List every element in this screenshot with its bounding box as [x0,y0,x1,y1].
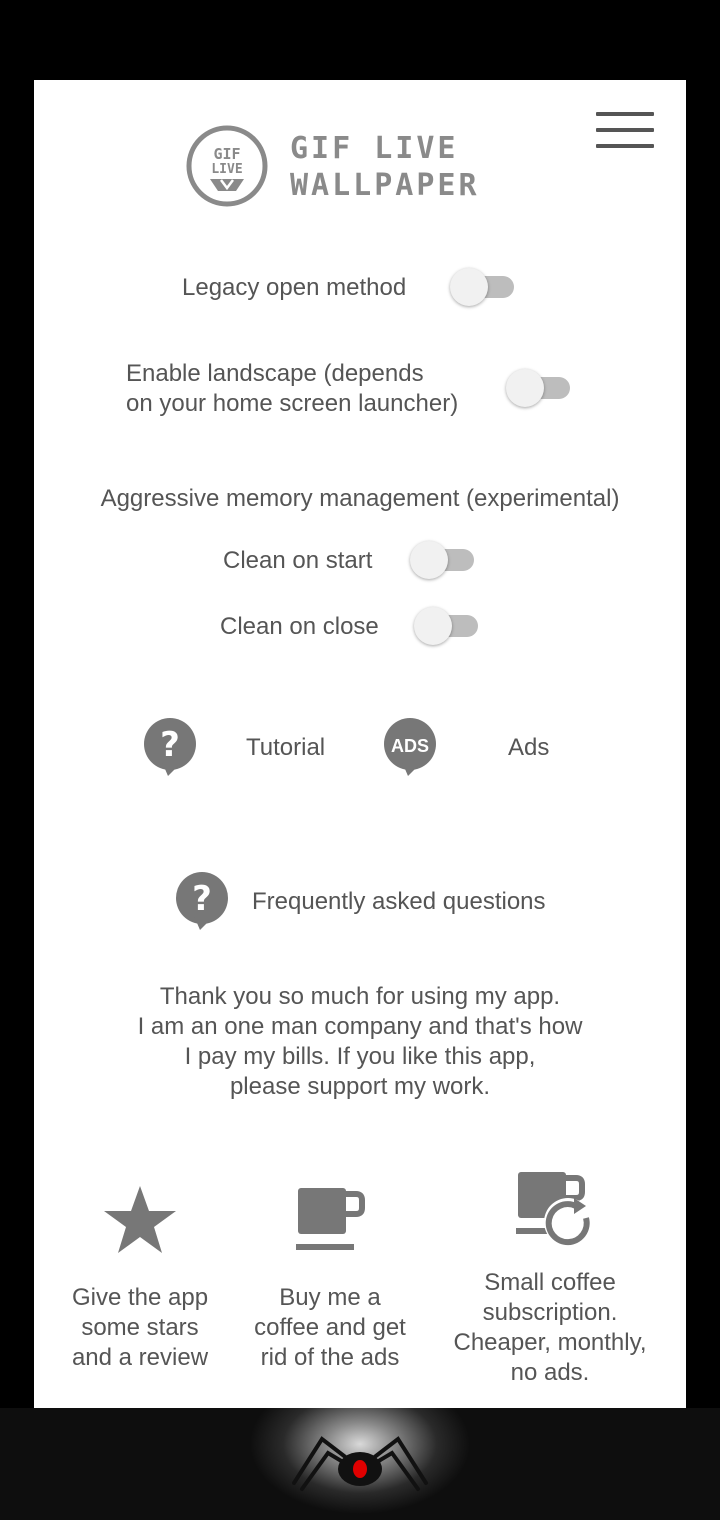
buy-coffee-label-line1: Buy me a [279,1284,381,1311]
faq-question-bubble-icon[interactable]: ? [174,870,230,934]
clean-on-close-toggle[interactable] [414,603,482,645]
clean-on-close-label: Clean on close [220,613,379,640]
clean-on-start-label: Clean on start [223,547,373,574]
tutorial-question-bubble-icon[interactable]: ? [142,716,198,780]
clean-on-start-toggle[interactable] [410,537,478,579]
buy-coffee-button[interactable]: Buy me a coffee and get rid of the ads [240,1180,420,1380]
ads-bubble-icon[interactable]: ADS [382,716,438,780]
tutorial-link[interactable]: Tutorial [246,733,325,763]
faq-link[interactable]: Frequently asked questions [252,887,546,917]
app-title-line2: WALLPAPER [290,168,480,203]
hamburger-menu-icon[interactable] [596,112,654,150]
rate-app-label-line3: and a review [71,1344,209,1371]
landscape-label: Enable landscape (depends on your home s… [126,359,458,419]
legacy-open-label: Legacy open method [182,274,407,301]
app-title: GIF LIVE WALLPAPER [290,130,550,204]
logo-badge-line1: GIF [213,145,240,163]
ads-badge-text: ADS [391,736,429,756]
buy-coffee-label-line3: rid of the ads [260,1344,400,1371]
spider-icon [292,1436,428,1491]
coffee-cup-icon [296,1188,365,1250]
coffee-subscription-label-line2: subscription. [482,1299,618,1326]
rate-app-label: Give the app some stars and a review [60,1283,220,1373]
buy-coffee-label: Buy me a coffee and get rid of the ads [240,1283,420,1373]
legacy-open-toggle[interactable] [450,264,518,306]
star-icon [104,1186,176,1253]
buy-coffee-label-line2: coffee and get [254,1314,406,1341]
support-message: Thank you so much for using my app. I am… [34,982,686,1102]
rate-app-label-line2: some stars [81,1314,199,1341]
support-message-line3: I pay my bills. If you like this app, [184,1043,536,1070]
rate-app-button[interactable]: Give the app some stars and a review [60,1180,220,1380]
app-logo-icon: GIF LIVE [186,125,268,207]
app-title-line1: GIF LIVE [290,131,459,166]
svg-text:?: ? [192,879,212,919]
landscape-label-line2: on your home screen launcher) [126,390,459,417]
ads-link[interactable]: Ads [508,733,549,763]
coffee-subscription-label-line3: Cheaper, monthly, [453,1329,647,1356]
support-message-line1: Thank you so much for using my app. [159,983,561,1010]
coffee-subscription-label: Small coffee subscription. Cheaper, mont… [440,1268,660,1388]
support-message-line4: please support my work. [229,1073,491,1100]
svg-text:?: ? [160,725,180,765]
memory-management-heading: Aggressive memory management (experiment… [100,485,620,512]
landscape-label-line1: Enable landscape (depends [126,360,424,387]
coffee-subscription-button[interactable]: Small coffee subscription. Cheaper, mont… [440,1168,660,1388]
logo-badge-line2: LIVE [211,162,242,177]
coffee-subscription-label-line4: no ads. [510,1359,590,1386]
landscape-toggle[interactable] [506,365,574,407]
support-message-line2: I am an one man company and that's how [137,1013,583,1040]
coffee-subscription-icon [516,1172,592,1246]
rate-app-label-line1: Give the app [71,1284,209,1311]
coffee-subscription-label-line1: Small coffee [484,1269,616,1296]
